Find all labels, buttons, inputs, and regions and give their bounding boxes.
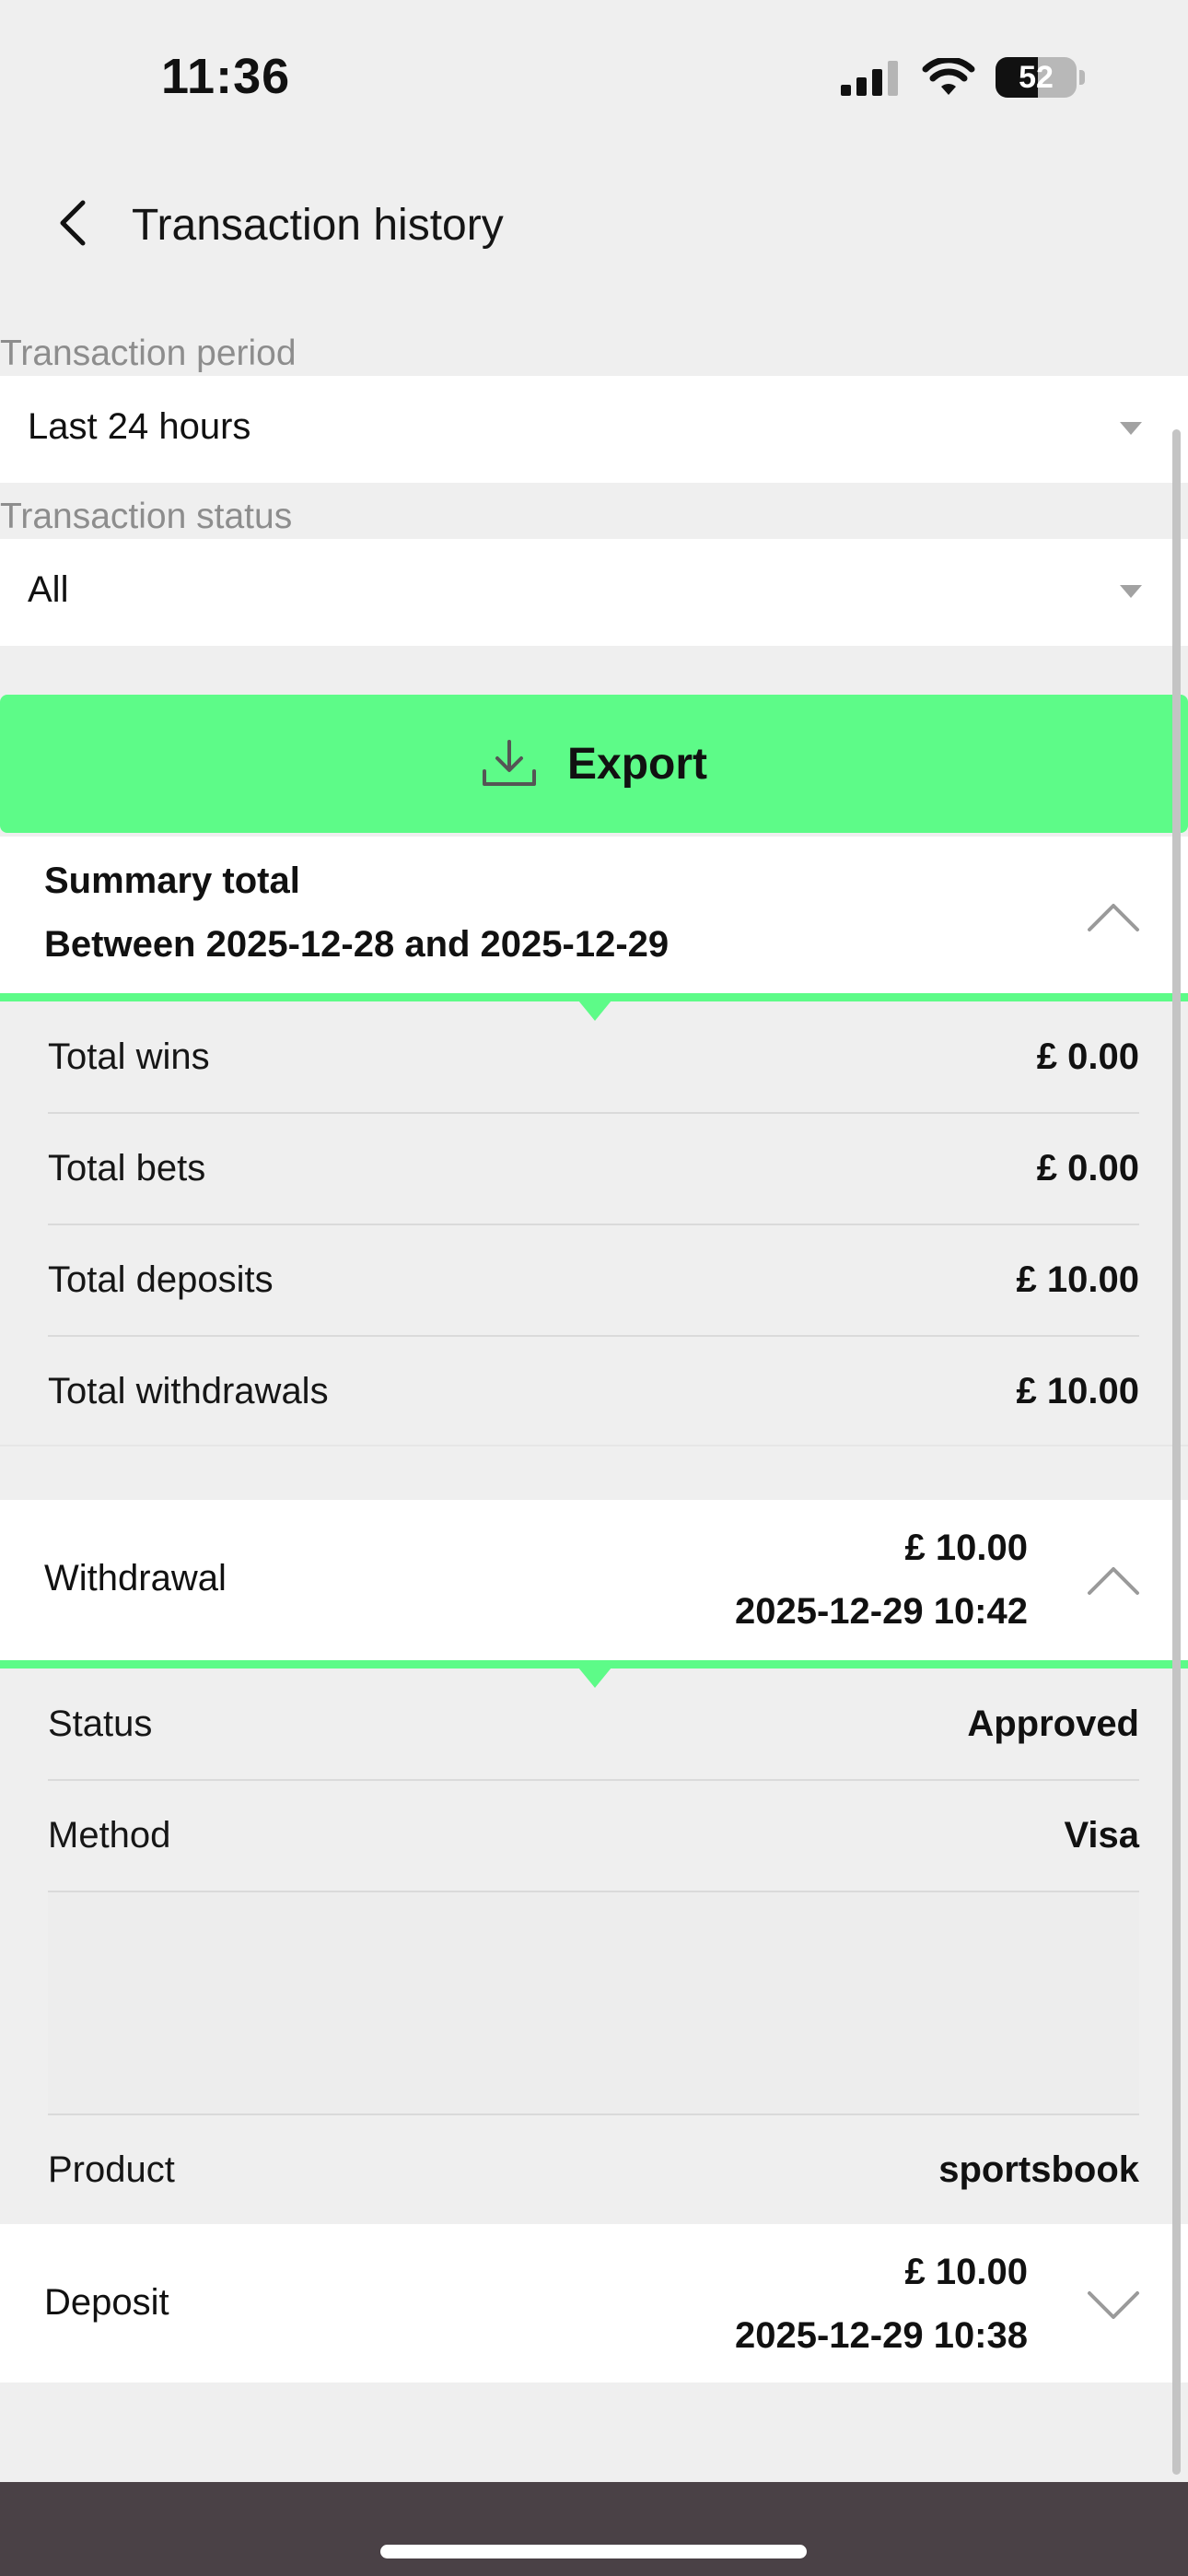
summary-row-value: £ 0.00 [1036, 1036, 1139, 1077]
detail-label: Method [48, 1815, 171, 1856]
back-chevron-icon[interactable] [48, 195, 103, 251]
summary-row-value: £ 10.00 [1016, 1371, 1139, 1411]
detail-value: sportsbook [938, 2149, 1139, 2190]
summary-header[interactable]: Summary total Between 2025-12-28 and 202… [0, 837, 1188, 993]
summary-title: Summary total [44, 861, 300, 901]
summary-row-label: Total deposits [48, 1259, 274, 1300]
status-bar: 11:36 52 [0, 0, 1188, 147]
transaction-datetime: 2025-12-29 10:42 [734, 1591, 1028, 1632]
transaction-amount: £ 10.00 [904, 1528, 1028, 1568]
battery-icon: 52 [996, 57, 1085, 98]
summary-row-value: £ 0.00 [1036, 1148, 1139, 1188]
battery-level: 52 [1019, 59, 1054, 95]
signal-icon [841, 61, 898, 96]
transaction-status-label: Transaction status [0, 497, 293, 536]
page-title: Transaction history [132, 201, 504, 250]
dropdown-caret-icon [1120, 585, 1142, 598]
section-separator [0, 1445, 1188, 1446]
bottom-bar [0, 2482, 1188, 2576]
chevron-down-icon[interactable] [1087, 2290, 1140, 2322]
summary-row: Total bets £ 0.00 [48, 1113, 1139, 1224]
summary-row-label: Total withdrawals [48, 1371, 329, 1411]
transaction-datetime: 2025-12-29 10:38 [734, 2315, 1028, 2356]
empty-detail-area [48, 1892, 1139, 2113]
transaction-period-select[interactable]: Last 24 hours [0, 376, 1188, 483]
home-indicator[interactable] [380, 2545, 807, 2558]
clock: 11:36 [161, 49, 291, 104]
chevron-up-icon[interactable] [1087, 901, 1140, 932]
summary-row-value: £ 10.00 [1016, 1259, 1139, 1300]
summary-range: Between 2025-12-28 and 2025-12-29 [44, 924, 670, 965]
summary-row: Total withdrawals £ 10.00 [48, 1336, 1139, 1447]
detail-value: Approved [967, 1704, 1139, 1744]
transaction-header[interactable]: Deposit £ 10.00 2025-12-29 10:38 [0, 2224, 1188, 2383]
transaction-header[interactable]: Withdrawal £ 10.00 2025-12-29 10:42 [0, 1500, 1188, 1662]
transaction-amount: £ 10.00 [904, 2252, 1028, 2292]
export-label: Export [566, 739, 707, 789]
transaction-type: Deposit [44, 2282, 169, 2323]
summary-row: Total deposits £ 10.00 [48, 1224, 1139, 1336]
detail-label: Product [48, 2149, 175, 2190]
transaction-period-value: Last 24 hours [28, 406, 251, 447]
detail-value: Visa [1064, 1815, 1139, 1856]
page-header: Transaction history [0, 175, 1188, 276]
dropdown-caret-icon [1120, 422, 1142, 435]
wifi-icon [922, 58, 975, 95]
transaction-status-select[interactable]: All [0, 539, 1188, 646]
summary-row-label: Total bets [48, 1148, 206, 1188]
detail-row: Method Visa [48, 1780, 1139, 1891]
chevron-up-icon[interactable] [1087, 1564, 1140, 1596]
detail-row: Status Approved [48, 1669, 1139, 1780]
summary-row-label: Total wins [48, 1036, 210, 1077]
export-button[interactable]: Export [0, 695, 1188, 833]
detail-label: Status [48, 1704, 153, 1744]
status-icons: 52 [841, 57, 1085, 98]
download-icon [482, 740, 536, 786]
transaction-type: Withdrawal [44, 1558, 227, 1598]
transaction-status-value: All [28, 569, 69, 610]
scrollbar[interactable] [1172, 429, 1181, 2475]
summary-row: Total wins £ 0.00 [48, 1001, 1139, 1113]
detail-row: Product sportsbook [48, 2114, 1139, 2226]
transaction-period-label: Transaction period [0, 334, 297, 373]
